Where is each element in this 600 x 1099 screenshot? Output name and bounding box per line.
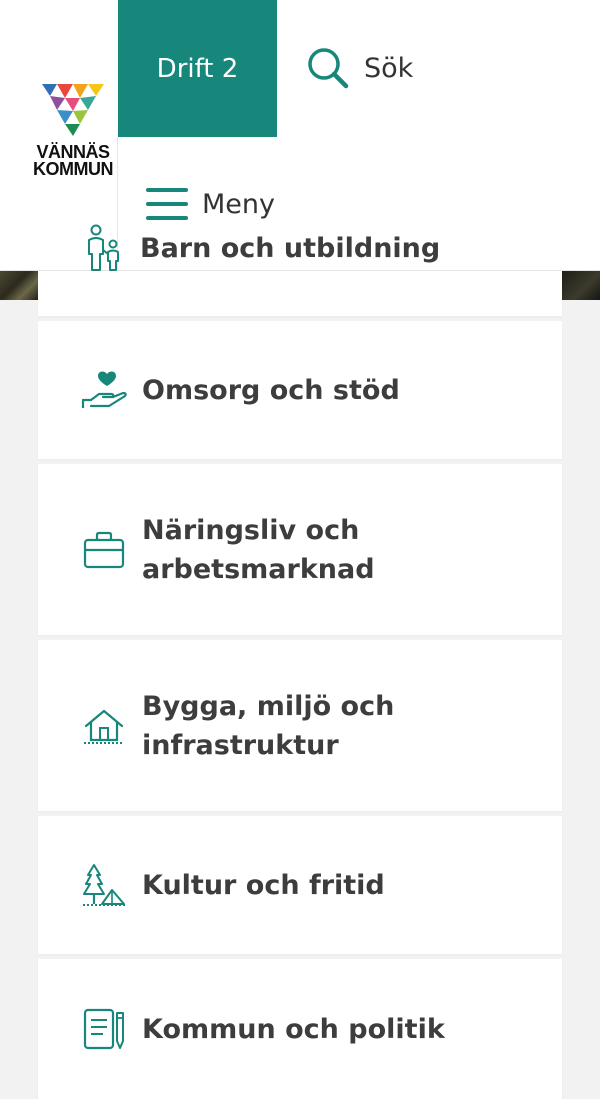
house-icon xyxy=(80,702,128,750)
category-title: Bygga, miljö och infrastruktur xyxy=(142,690,395,761)
heart-hand-icon xyxy=(80,366,128,414)
site-logo[interactable]: VÄNNÄS KOMMUN xyxy=(26,84,120,178)
drift-tab[interactable]: Drift 2 xyxy=(118,0,277,137)
logo-text-line2: KOMMUN xyxy=(33,159,114,179)
category-card-kultur-och-fritid[interactable]: Kultur och fritid xyxy=(38,816,562,954)
hamburger-icon xyxy=(146,188,188,220)
category-title: Näringsliv och arbetsmarknad xyxy=(142,514,375,585)
tree-tent-icon xyxy=(80,861,128,909)
category-card-omsorg-och-stod[interactable]: Omsorg och stöd xyxy=(38,321,562,459)
hero-photo-edge-left xyxy=(0,270,38,300)
category-card-naringsliv-och-arbetsmarknad[interactable]: Näringsliv och arbetsmarknad xyxy=(38,464,562,635)
search-icon xyxy=(308,48,349,89)
search-button[interactable]: Sök xyxy=(306,46,413,90)
parent-child-icon xyxy=(88,224,119,271)
drift-tab-label: Drift 2 xyxy=(156,53,239,84)
menu-label: Meny xyxy=(202,188,275,220)
search-label: Sök xyxy=(364,52,414,84)
briefcase-icon xyxy=(80,526,128,574)
category-card-bygga-miljo-och-infrastruktur[interactable]: Bygga, miljö och infrastruktur xyxy=(38,640,562,811)
category-card-kommun-och-politik[interactable]: Kommun och politik xyxy=(38,959,562,1099)
hero-photo-edge-right xyxy=(562,270,600,300)
document-pen-icon xyxy=(80,1005,128,1053)
category-barn-och-utbildning-link[interactable]: Barn och utbildning xyxy=(84,224,440,272)
category-title: Barn och utbildning xyxy=(140,232,441,264)
vannas-logo-icon xyxy=(42,84,104,136)
category-title: Kommun och politik xyxy=(142,1013,445,1045)
category-title: Omsorg och stöd xyxy=(142,374,400,406)
menu-button[interactable]: Meny xyxy=(146,182,275,226)
category-title: Kultur och fritid xyxy=(142,869,385,901)
